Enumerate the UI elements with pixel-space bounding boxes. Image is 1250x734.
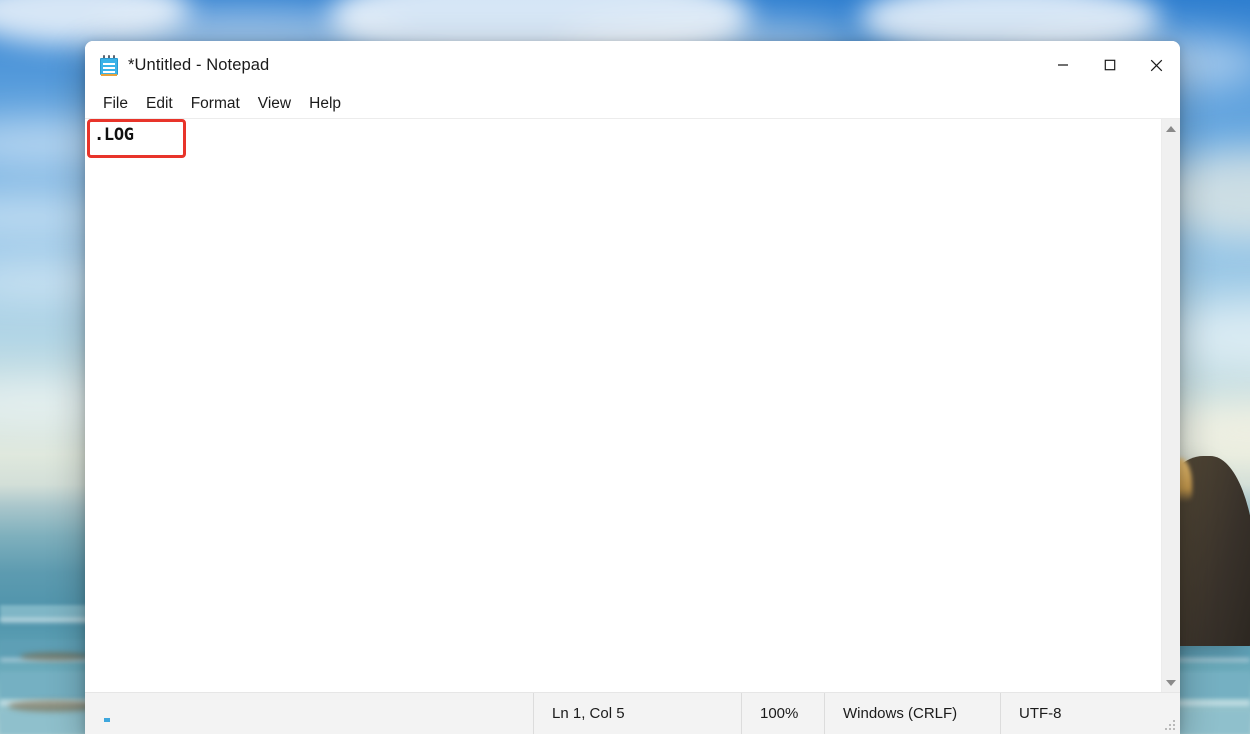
scroll-up-button[interactable]: [1162, 119, 1181, 138]
window-controls: [1039, 41, 1180, 89]
edit-region: .LOG: [85, 119, 1180, 692]
menu-bar: File Edit Format View Help: [85, 89, 1180, 119]
menu-item-help[interactable]: Help: [300, 93, 350, 115]
document-text: .LOG: [94, 125, 134, 145]
notepad-window: *Untitled - Notepad File Edit Format Vie…: [85, 41, 1180, 734]
status-cursor-position[interactable]: Ln 1, Col 5: [533, 693, 741, 734]
cloud-shape: [0, 0, 190, 45]
notepad-icon: [99, 54, 119, 76]
scroll-down-button[interactable]: [1162, 673, 1181, 692]
menu-item-view[interactable]: View: [249, 93, 300, 115]
sandbar: [20, 652, 90, 661]
vertical-scrollbar[interactable]: [1161, 119, 1180, 692]
menu-item-edit[interactable]: Edit: [137, 93, 182, 115]
status-bar-spacer: [85, 693, 533, 734]
maximize-button[interactable]: [1086, 41, 1133, 89]
blue-pixel-artifact: [104, 718, 110, 722]
window-title: *Untitled - Notepad: [128, 55, 270, 74]
menu-item-file[interactable]: File: [94, 93, 137, 115]
desktop-wallpaper: *Untitled - Notepad File Edit Format Vie…: [0, 0, 1250, 734]
menu-item-format[interactable]: Format: [182, 93, 249, 115]
title-bar[interactable]: *Untitled - Notepad: [85, 41, 1180, 89]
text-editor[interactable]: .LOG: [85, 119, 1161, 692]
status-bar: Ln 1, Col 5 100% Windows (CRLF) UTF-8: [85, 692, 1180, 734]
triangle-down-icon: [1166, 679, 1176, 686]
status-line-ending[interactable]: Windows (CRLF): [824, 693, 1000, 734]
triangle-up-icon: [1166, 125, 1176, 132]
close-button[interactable]: [1133, 41, 1180, 89]
status-encoding[interactable]: UTF-8: [1000, 693, 1180, 734]
status-zoom-level[interactable]: 100%: [741, 693, 824, 734]
minimize-button[interactable]: [1039, 41, 1086, 89]
resize-grip[interactable]: [1164, 719, 1177, 732]
